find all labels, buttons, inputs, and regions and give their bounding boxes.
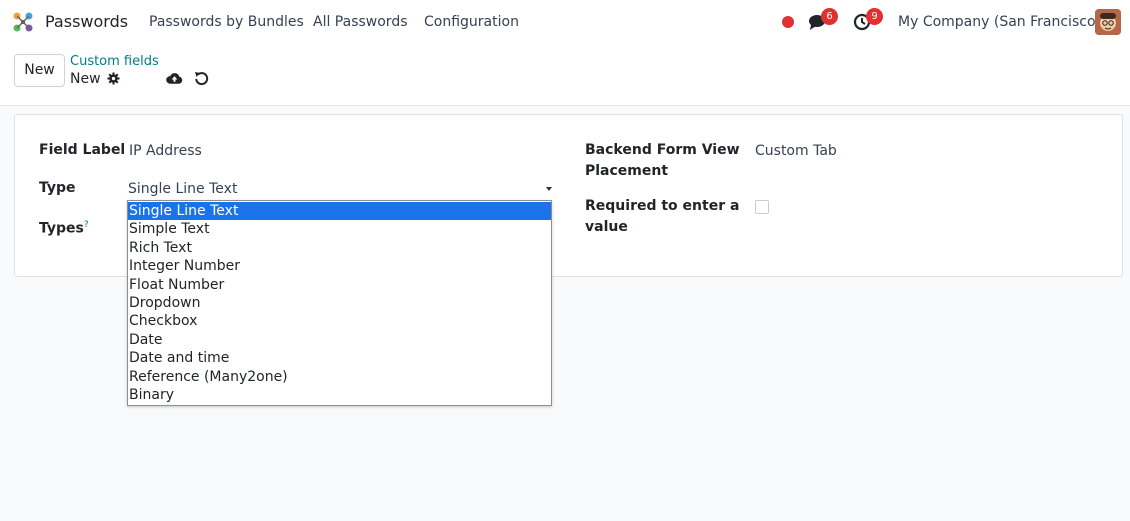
user-avatar[interactable]	[1095, 9, 1121, 35]
dropdown-option[interactable]: Dropdown	[128, 294, 551, 312]
type-select-value: Single Line Text	[128, 181, 238, 197]
menu-all-passwords[interactable]: All Passwords	[313, 14, 408, 30]
dropdown-option[interactable]: Binary	[128, 386, 551, 404]
types-label: Types?	[39, 220, 89, 237]
control-panel: New Custom fields New	[0, 44, 1130, 106]
field-label-label: Field Label	[39, 142, 126, 158]
dropdown-option[interactable]: Date and time	[128, 349, 551, 367]
breadcrumb-current: New	[70, 71, 101, 87]
cloud-upload-icon[interactable]	[166, 71, 183, 86]
dropdown-option[interactable]: Date	[128, 331, 551, 349]
passwords-app-icon[interactable]	[11, 10, 35, 34]
dropdown-option[interactable]: Rich Text	[128, 239, 551, 257]
dropdown-option[interactable]: Checkbox	[128, 312, 551, 330]
type-select[interactable]: Single Line Text	[128, 181, 553, 201]
backend-placement-label: Backend Form View Placement	[585, 142, 740, 179]
messages-badge: 6	[821, 8, 838, 25]
type-dropdown-list: Single Line Text Simple Text Rich Text Inte…	[127, 200, 552, 406]
required-label: Required to enter a value	[585, 198, 740, 235]
status-dot-icon[interactable]	[782, 16, 794, 28]
type-label: Type	[39, 180, 76, 196]
menu-passwords-by-bundles[interactable]: Passwords by Bundles	[149, 14, 304, 30]
field-label-input[interactable]: IP Address	[129, 143, 202, 159]
dropdown-option[interactable]: Float Number	[128, 276, 551, 294]
breadcrumb-custom-fields[interactable]: Custom fields	[70, 54, 159, 69]
activities-badge: 9	[866, 8, 883, 25]
backend-placement-value[interactable]: Custom Tab	[755, 143, 837, 159]
dropdown-option[interactable]: Simple Text	[128, 220, 551, 238]
menu-configuration[interactable]: Configuration	[424, 14, 519, 30]
new-button[interactable]: New	[14, 54, 65, 87]
dropdown-option[interactable]: Integer Number	[128, 257, 551, 275]
app-name[interactable]: Passwords	[45, 12, 128, 31]
dropdown-option[interactable]: Single Line Text	[128, 202, 551, 220]
discard-icon[interactable]	[194, 71, 209, 86]
dropdown-option[interactable]: Reference (Many2one)	[128, 368, 551, 386]
top-navbar: Passwords Passwords by Bundles All Passw…	[0, 0, 1130, 44]
chevron-down-icon[interactable]	[546, 187, 552, 191]
company-switcher[interactable]: My Company (San Francisco)	[898, 14, 1101, 30]
gear-icon[interactable]	[107, 72, 120, 85]
required-checkbox[interactable]	[755, 200, 769, 214]
help-tooltip-icon[interactable]: ?	[84, 220, 89, 230]
